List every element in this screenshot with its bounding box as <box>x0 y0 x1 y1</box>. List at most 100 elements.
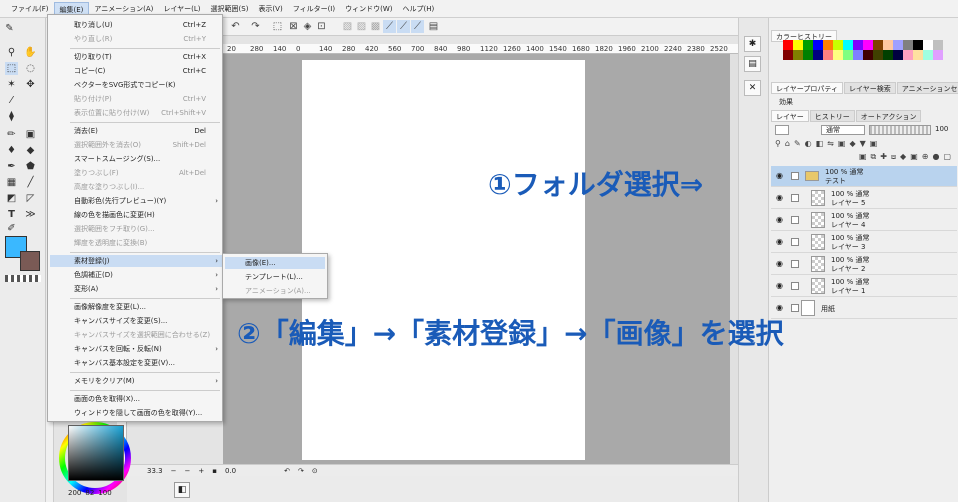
edit-menu-item[interactable]: 選択範囲外を消去(O) Shift+Del <box>74 139 222 151</box>
submenu-item[interactable]: テンプレート(L)... <box>225 271 325 283</box>
layer-action-icons[interactable]: ▣⧉✚⧈◆▣⊕●▢ <box>859 152 955 164</box>
opacity-slider[interactable] <box>869 125 931 135</box>
edit-menu-item[interactable]: メモリをクリア(M) › <box>74 375 222 387</box>
edit-menu-item[interactable]: 取り消し(U) Ctrl+Z <box>74 19 222 31</box>
color-swatch[interactable] <box>853 50 863 60</box>
color-swatch[interactable] <box>823 40 833 50</box>
correction-icon[interactable]: ✐ <box>5 222 18 235</box>
snap-grid-icon[interactable]: ⟋ <box>411 20 424 33</box>
edit-menu-item[interactable]: 切り取り(T) Ctrl+X <box>74 51 222 63</box>
layer-row[interactable]: ◉ 100 % 通常 テスト <box>771 166 957 187</box>
layer-lock-checkbox[interactable] <box>791 194 799 202</box>
layer-row[interactable]: ◉ 100 % 通常 レイヤー 2 <box>771 254 957 275</box>
eyedropper-icon[interactable]: ⁄ <box>5 94 18 107</box>
color-swatch[interactable] <box>803 50 813 60</box>
eye-icon[interactable]: ◉ <box>776 259 783 268</box>
balloon-icon[interactable]: ≫ <box>24 208 37 221</box>
color-saturation-box[interactable] <box>68 425 124 481</box>
rotate-left-icon[interactable]: ↶ <box>284 467 290 475</box>
layer-command-icons[interactable]: ⚲⌂✎◐◧⇋▣◆▼▣ <box>775 139 953 151</box>
pen-icon[interactable]: ✎ <box>3 22 16 35</box>
color-swatch[interactable] <box>933 40 943 50</box>
edit-menu-item[interactable]: 変形(A) › <box>74 283 222 295</box>
wand-icon[interactable]: ✶ <box>5 78 18 91</box>
edit-menu-item[interactable]: 自動彩色(先行プレビュー)(Y) › <box>74 195 222 207</box>
fill-selection-icon[interactable]: ◈ <box>301 20 314 33</box>
color-swatch[interactable] <box>813 40 823 50</box>
color-swatch[interactable] <box>783 50 793 60</box>
layer-row[interactable]: ◉ 100 % 通常 レイヤー 3 <box>771 232 957 253</box>
tab-layer-property[interactable]: レイヤープロパティ <box>771 82 843 94</box>
line-icon[interactable]: ╱ <box>24 176 37 189</box>
lasso-icon[interactable]: ◌ <box>24 62 37 75</box>
layer-row[interactable]: ◉ 用紙 <box>771 298 957 319</box>
edit-menu-item[interactable]: 素材登録(J) › <box>50 255 222 267</box>
edit-menu-item[interactable]: 消去(E) Del <box>74 125 222 137</box>
layer-lock-checkbox[interactable] <box>791 216 799 224</box>
frame-icon[interactable]: ◩ <box>5 192 18 205</box>
rotate-right-icon[interactable]: ↷ <box>298 467 304 475</box>
sub-color-swatch[interactable] <box>20 251 40 271</box>
layer-lock-checkbox[interactable] <box>791 304 799 312</box>
transparent-swatch[interactable] <box>5 275 41 282</box>
color-swatch[interactable] <box>833 50 843 60</box>
color-swatch[interactable] <box>893 40 903 50</box>
edit-menu-item[interactable]: ウィンドウを隠して画面の色を取得(Y)... <box>74 407 222 419</box>
eye-icon[interactable]: ◉ <box>776 281 783 290</box>
color-swatch[interactable] <box>823 50 833 60</box>
hand-icon[interactable]: ✋ <box>24 46 37 59</box>
tab-animation-cel[interactable]: アニメーションセル <box>896 82 958 94</box>
vertical-scrollbar[interactable] <box>730 54 738 464</box>
color-swatch[interactable] <box>913 50 923 60</box>
move-icon[interactable]: ✥ <box>24 78 37 91</box>
submenu-item[interactable]: アニメーション(A)... <box>225 285 325 297</box>
color-swatch[interactable] <box>873 40 883 50</box>
edit-menu-item[interactable]: 選択範囲をフチ取り(G)... <box>74 223 222 235</box>
color-swatch[interactable] <box>903 40 913 50</box>
edit-menu-item[interactable]: キャンバスサイズを変更(S)... <box>74 315 222 327</box>
color-swatch[interactable] <box>863 50 873 60</box>
list-icon[interactable]: ▤ <box>744 56 761 72</box>
color-swatch[interactable] <box>813 50 823 60</box>
eye-icon[interactable]: ◉ <box>776 303 783 312</box>
edit-menu-item[interactable]: 線の色を描画色に変更(H) <box>74 209 222 221</box>
tab-history[interactable]: ヒストリー <box>809 110 855 122</box>
bucket-icon[interactable]: ⧫ <box>5 110 18 123</box>
text-icon[interactable]: T <box>5 208 18 221</box>
edit-menu-item[interactable]: やり直し(R) Ctrl+Y <box>74 33 222 45</box>
tab-auto-action[interactable]: オートアクション <box>855 110 922 122</box>
brush-icon[interactable]: ▣ <box>24 128 37 141</box>
snap-perspective-icon[interactable]: ▤ <box>427 20 440 33</box>
edit-menu-item[interactable]: キャンバス基本設定を変更(V)... <box>74 357 222 369</box>
edit-menu-item[interactable]: キャンバスを回転・反転(N) › <box>74 343 222 355</box>
color-swatch[interactable] <box>843 40 853 50</box>
blend-icon[interactable]: ✒ <box>5 160 18 173</box>
gradient-icon[interactable]: ▦ <box>5 176 18 189</box>
crop-icon[interactable]: ▩ <box>369 20 382 33</box>
close-icon[interactable]: ✕ <box>744 80 761 96</box>
layer-row[interactable]: ◉ 100 % 通常 レイヤー 1 <box>771 276 957 297</box>
zoom-fit-button[interactable]: ▪ <box>212 467 217 475</box>
edit-menu-item[interactable]: ベクターをSVG形式でコピー(K) <box>74 79 222 91</box>
edit-menu-item[interactable]: スマートスムージング(S)... <box>74 153 222 165</box>
eraser-icon[interactable]: ◆ <box>24 144 37 157</box>
snap-ruler-icon[interactable]: ⟋ <box>383 20 396 33</box>
undo-icon[interactable]: ↶ <box>229 20 242 33</box>
color-swatch[interactable] <box>913 40 923 50</box>
edit-menu-item[interactable]: 表示位置に貼り付け(W) Ctrl+Shift+V <box>74 107 222 119</box>
eye-icon[interactable]: ◉ <box>776 237 783 246</box>
menu-5[interactable]: 表示(V) <box>253 2 287 16</box>
menu-8[interactable]: ヘルプ(H) <box>397 2 439 16</box>
snap-special-icon[interactable]: ⟋ <box>397 20 410 33</box>
menu-6[interactable]: フィルター(I) <box>288 2 340 16</box>
tab-layer[interactable]: レイヤー <box>771 110 809 122</box>
invert-selection-icon[interactable]: ⊠ <box>287 20 300 33</box>
layer-row[interactable]: ◉ 100 % 通常 レイヤー 4 <box>771 210 957 231</box>
layout-toggle-icon[interactable]: ◧ <box>174 482 190 498</box>
edit-menu-item[interactable]: コピー(C) Ctrl+C <box>74 65 222 77</box>
eye-icon[interactable]: ◉ <box>776 193 783 202</box>
color-swatch[interactable] <box>903 50 913 60</box>
color-history-grid[interactable] <box>783 40 949 82</box>
layer-lock-checkbox[interactable] <box>791 172 799 180</box>
eye-icon[interactable]: ◉ <box>776 215 783 224</box>
